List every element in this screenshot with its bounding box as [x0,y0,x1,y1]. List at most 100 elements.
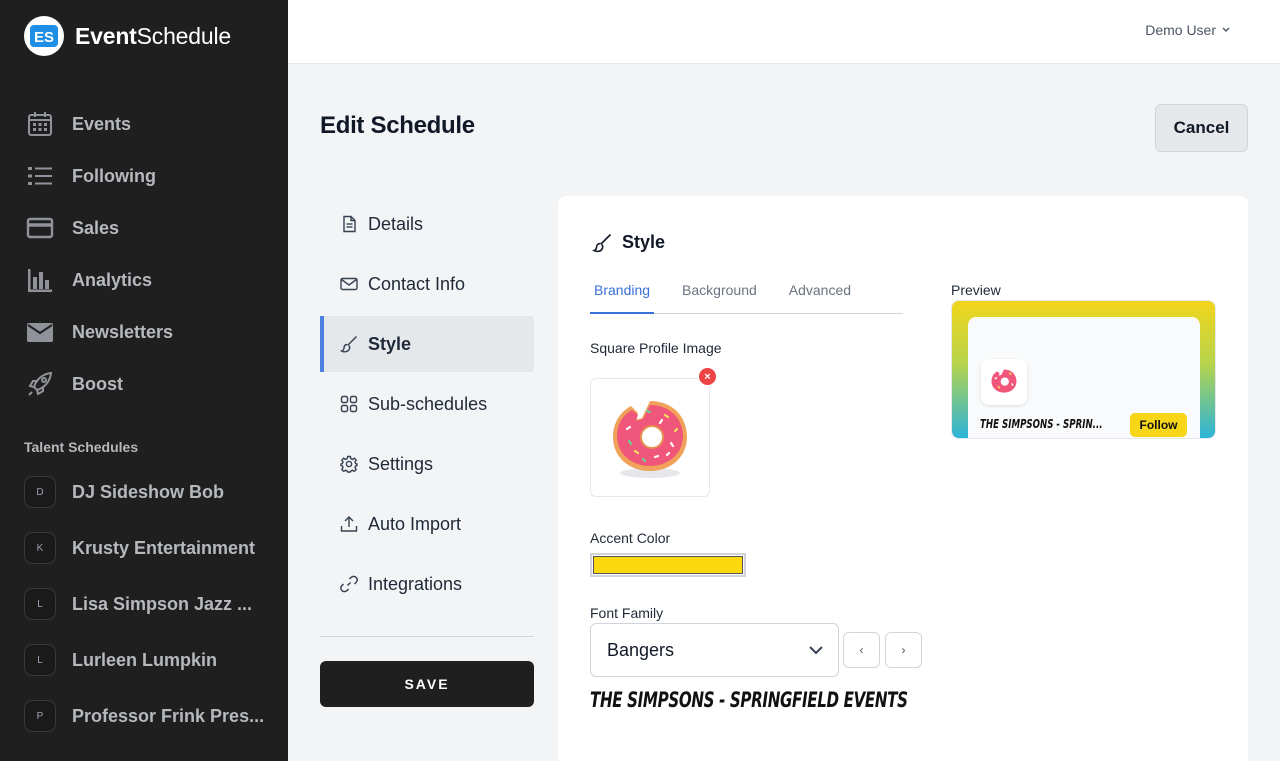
nav-label-following: Following [72,165,156,186]
subnav-item-style[interactable]: Style [320,316,534,372]
font-family-select[interactable]: Bangers [590,623,839,677]
nav-label-events: Events [72,113,132,134]
top-bar: Demo User [288,0,1280,64]
upload-icon [340,516,358,532]
remove-image-button[interactable]: × [698,367,717,386]
close-icon: × [704,370,711,383]
profile-image[interactable] [590,378,710,497]
talent-name: Lisa Simpson Jazz ... [72,593,253,614]
talent-schedules-heading: Talent Schedules [24,439,139,455]
credit-card-icon [26,217,54,239]
tab-branding[interactable]: Branding [590,278,655,314]
font-family-label: Font Family [590,605,664,621]
talent-item[interactable]: K Krusty Entertainment [0,520,288,576]
nav-item-analytics[interactable]: Analytics [0,254,288,306]
preview-avatar [981,359,1027,405]
brand-logo-link[interactable]: ES EventSchedule [24,16,231,56]
chevron-right-icon: › [901,643,906,657]
subnav-label-sub-schedules: Sub-schedules [368,393,488,414]
user-menu[interactable]: Demo User [1145,22,1230,38]
svg-text:ES: ES [34,29,54,46]
nav-item-sales[interactable]: Sales [0,202,288,254]
follow-button[interactable]: Follow [1130,413,1187,437]
calendar-icon [28,112,52,136]
previous-font-button[interactable]: ‹ [843,632,880,668]
talent-avatar: D [24,476,56,508]
subnav-label-style: Style [368,333,412,354]
chevron-down-icon [1222,27,1230,32]
user-name: Demo User [1145,22,1216,38]
accent-color-label: Accent Color [590,530,671,546]
donut-image [613,400,687,478]
edit-section-nav: Details Contact Info Style Sub-schedules… [320,196,534,616]
grid-icon [340,395,358,413]
next-font-button[interactable]: › [885,632,922,668]
preview-card: THE SIMPSONS - SPRIN... Follow [968,317,1200,438]
talent-name: Lurleen Lumpkin [72,649,218,670]
link-icon [340,575,358,593]
brush-icon [592,233,612,252]
talent-avatar: L [24,644,56,676]
talent-avatar: P [24,700,56,732]
brand-name: EventSchedule [75,22,231,49]
font-preview-text: THE SIMPSONS - SPRINGFIELD EVENTS [590,688,908,712]
profile-image-label: Square Profile Image [590,340,722,356]
subnav-label-settings: Settings [368,453,434,474]
subnav-item-integrations[interactable]: Integrations [320,556,534,612]
talent-avatar: K [24,532,56,564]
preview-frame: THE SIMPSONS - SPRIN... Follow [951,300,1216,439]
cancel-button[interactable]: Cancel [1155,104,1248,152]
nav-label-boost: Boost [72,373,123,394]
subnav-label-details: Details [368,213,424,234]
talent-item[interactable]: L Lurleen Lumpkin [0,632,288,688]
document-icon [343,215,356,233]
subnav-label-integrations: Integrations [368,573,463,594]
preview-label: Preview [951,282,1001,298]
accent-color-picker[interactable] [590,553,746,577]
preview-schedule-name: THE SIMPSONS - SPRIN... [980,417,1103,431]
subnav-label-contact-info: Contact Info [368,273,466,294]
talent-name: DJ Sideshow Bob [72,481,225,502]
font-family-value: Bangers [607,639,675,660]
card-title: Style [622,232,666,252]
subnav-item-contact-info[interactable]: Contact Info [320,256,534,312]
talent-schedules-list: D DJ Sideshow Bob K Krusty Entertainment… [0,464,288,744]
style-card: Style Branding Background Advanced Squar… [558,196,1248,761]
divider [320,636,534,637]
subnav-item-settings[interactable]: Settings [320,436,534,492]
nav-item-following[interactable]: Following [0,150,288,202]
card-header: Style [592,232,665,253]
subnav-item-details[interactable]: Details [320,196,534,252]
talent-item[interactable]: L Lisa Simpson Jazz ... [0,576,288,632]
nav-item-events[interactable]: Events [0,98,288,150]
main-nav: Events Following Sales Analytics Newslet… [0,98,288,410]
mail-icon [27,323,53,342]
subnav-item-sub-schedules[interactable]: Sub-schedules [320,376,534,432]
brand-logo-icon: ES [24,16,64,56]
talent-name: Professor Frink Pres... [72,705,265,726]
bar-chart-icon [28,269,52,292]
brush-icon [340,336,357,353]
donut-image [991,369,1017,393]
envelope-icon [340,277,358,291]
nav-label-newsletters: Newsletters [72,321,174,342]
style-tabs: Branding Background Advanced [590,278,903,314]
talent-item[interactable]: D DJ Sideshow Bob [0,464,288,520]
nav-item-boost[interactable]: Boost [0,358,288,410]
rocket-icon [28,371,53,396]
tab-advanced[interactable]: Advanced [785,278,855,314]
talent-item[interactable]: P Professor Frink Pres... [0,688,288,744]
subnav-item-auto-import[interactable]: Auto Import [320,496,534,552]
nav-label-sales: Sales [72,217,120,238]
nav-label-analytics: Analytics [72,269,153,290]
page-title: Edit Schedule [320,112,475,139]
chevron-left-icon: ‹ [859,643,864,657]
tab-background[interactable]: Background [678,278,761,314]
nav-item-newsletters[interactable]: Newsletters [0,306,288,358]
accent-color-fill [593,556,743,574]
subnav-label-auto-import: Auto Import [368,513,462,534]
talent-avatar: L [24,588,56,620]
save-button[interactable]: SAVE [320,661,534,707]
gear-icon [340,455,358,473]
list-icon [28,167,52,185]
